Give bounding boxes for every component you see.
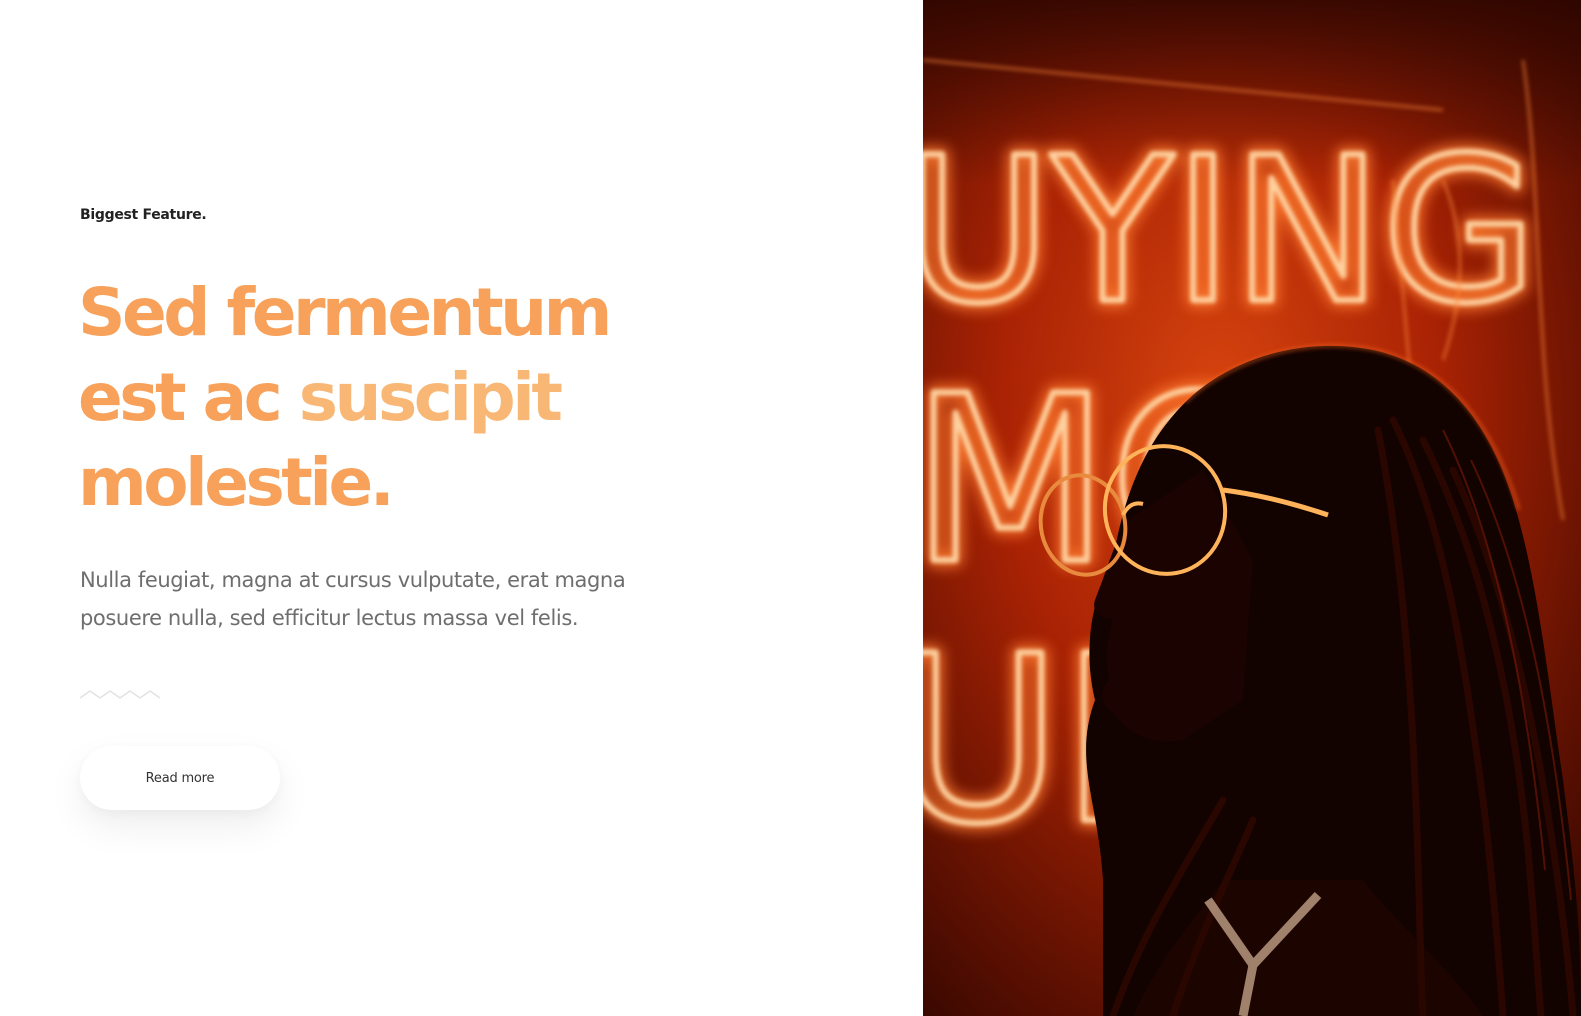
- wave-divider-icon: [80, 690, 160, 699]
- neon-portrait-image: UYING MO UE UYING MO UE: [923, 0, 1581, 1016]
- headline-line-2-end: suscipit: [298, 359, 563, 436]
- feature-text-panel: Biggest Feature. Sed fermentum est ac su…: [0, 0, 923, 1016]
- feature-description: Nulla feugiat, magna at cursus vulputate…: [80, 561, 720, 637]
- headline-line-3: molestie.: [78, 444, 395, 521]
- headline-line-2: est ac suscipit: [78, 355, 778, 440]
- read-more-button[interactable]: Read more: [80, 746, 280, 810]
- hero-photo: UYING MO UE UYING MO UE: [923, 0, 1581, 1016]
- headline-line-1: Sed fermentum: [78, 274, 612, 351]
- feature-description-line-1: Nulla feugiat, magna at cursus vulputate…: [80, 568, 626, 592]
- feature-section: Biggest Feature. Sed fermentum est ac su…: [0, 0, 1581, 1016]
- neon-sign-text-row-1: UYING: [923, 115, 1537, 348]
- feature-description-line-2: posuere nulla, sed efficitur lectus mass…: [80, 606, 579, 630]
- feature-headline: Sed fermentum est ac suscipit molestie.: [78, 270, 778, 525]
- headline-line-2-start: est ac: [78, 359, 283, 436]
- eyebrow-label: Biggest Feature.: [80, 207, 207, 223]
